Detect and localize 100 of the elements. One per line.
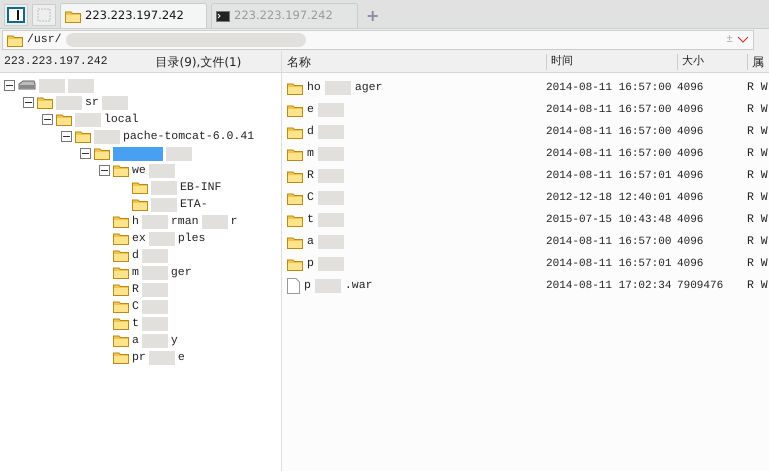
file-name: d	[307, 124, 314, 140]
redaction-blur	[318, 235, 344, 249]
file-name: m	[307, 146, 314, 162]
redaction-blur	[102, 96, 128, 110]
tree-item-label: t	[132, 316, 139, 332]
folder-icon	[113, 266, 129, 279]
redaction-blur	[142, 248, 168, 262]
folder-icon	[113, 334, 129, 347]
collapse-toggle[interactable]	[4, 80, 15, 91]
folder-icon	[113, 351, 129, 364]
tree-item-label: h	[132, 214, 139, 230]
redaction-blur	[142, 316, 168, 330]
file-name: C	[307, 190, 314, 206]
tree-item-label: C	[132, 298, 139, 315]
redaction-blur	[314, 279, 341, 293]
collapse-toggle[interactable]	[42, 114, 53, 125]
collapse-toggle[interactable]	[23, 97, 34, 108]
modified-time: 2014-08-11 16:57:01	[546, 168, 672, 184]
column-header[interactable]: 名称	[282, 52, 546, 70]
modified-time: 2014-08-11 17:02:34	[546, 278, 672, 294]
file-name: .war	[344, 278, 373, 294]
tree-item-label: ex	[132, 230, 146, 247]
column-header[interactable]: 时间	[546, 54, 677, 70]
file-name: ho	[307, 80, 321, 96]
file-attributes: R W	[747, 80, 768, 96]
modified-time: 2014-08-11 16:57:00	[546, 234, 672, 250]
folder-icon	[113, 300, 129, 313]
folder-icon	[65, 10, 81, 22]
tree-item-label: ples	[178, 230, 206, 247]
redaction-blur	[318, 257, 344, 271]
file-attributes: R W	[747, 234, 768, 250]
redaction-blur	[151, 180, 177, 194]
redaction-blur	[142, 214, 168, 228]
selection-icon	[36, 7, 52, 23]
panel-toggle-button[interactable]	[4, 4, 28, 26]
panel-icon	[7, 7, 25, 23]
tree-item-label: ETA-	[180, 196, 208, 213]
collapse-toggle[interactable]	[61, 131, 72, 142]
redaction-blur	[142, 282, 168, 296]
folder-icon	[287, 236, 303, 248]
folder-count: 目录(9),文件(1)	[156, 54, 242, 70]
file-attributes: R W	[747, 168, 768, 184]
folder-icon	[56, 113, 72, 126]
folder-icon	[113, 249, 129, 262]
file-attributes: R W	[747, 190, 768, 206]
folder-icon	[132, 181, 148, 194]
file-size: 4096	[677, 168, 704, 184]
collapse-toggle[interactable]	[80, 148, 91, 159]
dropdown-icon[interactable]	[737, 36, 749, 44]
redaction-blur	[318, 147, 344, 161]
tree-item-label: pr	[132, 350, 146, 366]
drive-icon	[18, 80, 36, 91]
modified-time: 2012-12-18 12:40:01	[546, 190, 672, 206]
redaction-blur	[324, 81, 351, 95]
redaction-blur	[142, 300, 168, 314]
tree-item-label: R	[132, 282, 139, 298]
file-size: 4096	[677, 80, 704, 96]
tree-item-label: sr	[85, 94, 99, 111]
tree-item-label: y	[170, 332, 178, 349]
column-header[interactable]: 属	[747, 54, 764, 70]
tree-item-label: EB-INF	[180, 180, 222, 196]
redaction-blur	[142, 266, 168, 280]
path-field[interactable]: /usr/ ±	[2, 30, 754, 50]
file-size: 4096	[677, 146, 704, 162]
redaction-blur	[56, 96, 82, 110]
folder-icon	[75, 130, 91, 143]
file-size: 4096	[677, 190, 704, 206]
file-size: 4096	[677, 256, 704, 272]
redaction-blur	[318, 169, 344, 183]
redaction-blur	[318, 103, 344, 117]
folder-icon	[37, 96, 53, 109]
file-name: p	[304, 278, 311, 294]
folder-icon	[287, 192, 303, 204]
modified-time: 2014-08-11 16:57:00	[546, 124, 672, 140]
redaction-blur	[318, 191, 344, 205]
collapse-toggle[interactable]	[99, 165, 110, 176]
folder-icon	[113, 232, 129, 245]
redaction-blur	[202, 214, 228, 228]
file-name: ager	[354, 80, 382, 96]
tab[interactable]: 223.223.197.242	[60, 3, 207, 28]
tree-item-label: d	[132, 248, 139, 264]
redaction-blur	[39, 78, 65, 92]
redaction-blur	[166, 146, 192, 160]
folder-icon	[113, 215, 129, 228]
folder-icon	[7, 34, 23, 46]
redaction-blur	[318, 125, 344, 139]
column-header[interactable]: 大小	[677, 54, 747, 70]
redaction-blur	[75, 112, 101, 126]
modified-time: 2014-08-11 16:57:01	[546, 256, 672, 272]
file-attributes: R W	[747, 278, 768, 294]
modified-time: 2014-08-11 16:57:00	[546, 146, 672, 162]
host-label: 223.223.197.242	[4, 54, 108, 70]
folder-icon	[113, 317, 129, 330]
redaction-blur	[68, 78, 94, 92]
tree-item-label: pache-tomcat-6.0.41	[123, 128, 254, 145]
tree-item-label: we	[132, 162, 146, 179]
file-name: e	[307, 102, 314, 118]
modified-time: 2015-07-15 10:43:48	[546, 212, 672, 228]
modified-time: 2014-08-11 16:57:00	[546, 80, 672, 96]
file-name: a	[307, 234, 314, 250]
